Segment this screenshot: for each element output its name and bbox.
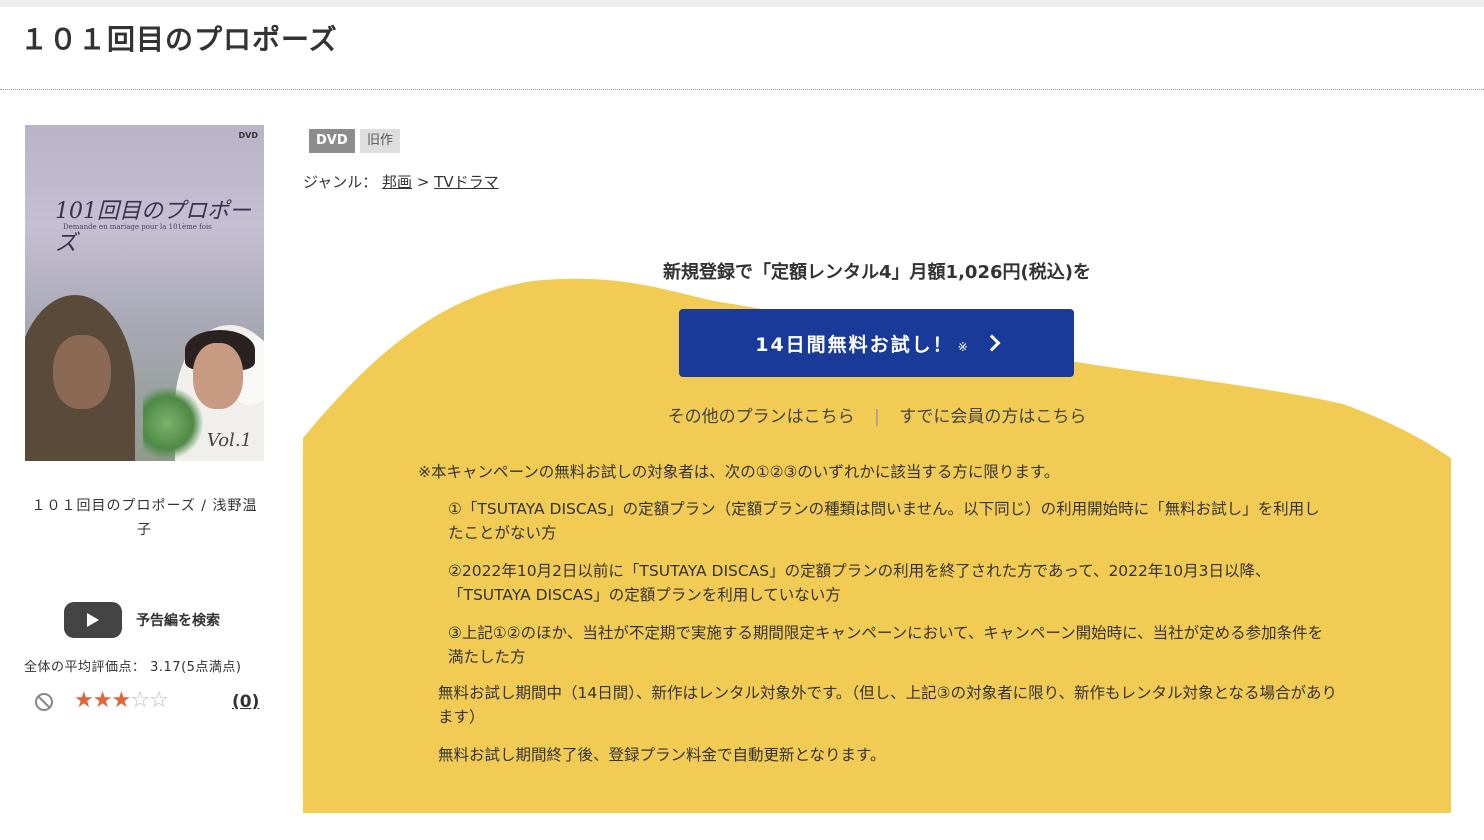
star-empty-icon: ☆ bbox=[130, 688, 150, 713]
average-rating-text: 全体の平均評価点： 3.17(5点満点) bbox=[24, 660, 242, 675]
plan-links: その他のプランはこちら | すでに会員の方はこちら bbox=[303, 402, 1451, 427]
campaign-notice: ※本キャンペーンの無料お試しの対象者は、次の①②③のいずれかに該当する方に限りま… bbox=[418, 463, 1060, 481]
other-plans-link[interactable]: その他のプランはこちら bbox=[668, 407, 855, 427]
cover-subtitle: Demande en mariage pour la 101ème fois bbox=[63, 223, 212, 231]
star-filled-icon: ★ bbox=[111, 688, 131, 713]
genre-link-japanese-film[interactable]: 邦画 bbox=[382, 173, 412, 191]
condition-3: ③上記①②のほか、当社が不定期で実施する期間限定キャンペーンにおいて、キャンペー… bbox=[448, 624, 1324, 666]
genre-link-tv-drama[interactable]: TVドラマ bbox=[434, 173, 498, 191]
link-separator: | bbox=[874, 407, 880, 427]
dvd-logo: DVD bbox=[238, 131, 258, 140]
genre-separator: > bbox=[416, 173, 430, 191]
star-empty-icon: ☆ bbox=[148, 688, 169, 713]
trailer-search-link[interactable]: 予告編を検索 bbox=[136, 610, 220, 630]
genre-label: ジャンル： bbox=[303, 173, 378, 191]
header-divider bbox=[0, 89, 1484, 90]
trailer-button[interactable] bbox=[64, 602, 122, 638]
dvd-cover-image[interactable]: DVD 101回目のプロポーズ Demande en mariage pour … bbox=[25, 125, 264, 461]
item-caption: １０１回目のプロポーズ / 浅野温子 bbox=[31, 498, 258, 538]
star-filled-icon: ★ bbox=[74, 688, 94, 713]
auto-renewal-note: 無料お試し期間終了後、登録プラン料金で自動更新となります。 bbox=[438, 746, 886, 764]
free-trial-button[interactable]: 14日間無料お試し！ ※ bbox=[679, 309, 1074, 377]
star-rating: ★★★☆☆ bbox=[74, 688, 169, 713]
trial-period-note: 無料お試し期間中（14日間）、新作はレンタル対象外です。（但し、上記③の対象者に… bbox=[438, 684, 1337, 726]
page-title: １０１回目のプロポーズ bbox=[20, 23, 338, 56]
badge-dvd: DVD bbox=[309, 129, 355, 153]
review-count-link[interactable]: (0) bbox=[232, 692, 259, 712]
genre-breadcrumb: ジャンル： 邦画 > TVドラマ bbox=[303, 171, 499, 192]
star-filled-icon: ★ bbox=[92, 688, 113, 713]
promo-heading: 新規登録で「定額レンタル4」月額1,026円(税込)を bbox=[663, 262, 1091, 283]
existing-member-link[interactable]: すでに会員の方はこちら bbox=[899, 407, 1086, 427]
free-trial-label: 14日間無料お試し！ bbox=[755, 333, 954, 356]
chevron-right-icon bbox=[983, 334, 1001, 352]
prohibited-icon[interactable] bbox=[34, 692, 54, 712]
badge-old-release: 旧作 bbox=[360, 129, 401, 153]
condition-2: ②2022年10月2日以前に「TSUTAYA DISCAS」の定額プランの利用を… bbox=[448, 562, 1271, 604]
cover-figure-man-face bbox=[53, 335, 111, 409]
free-trial-note: ※ bbox=[957, 340, 970, 354]
cover-volume: Vol.1 bbox=[206, 430, 252, 451]
condition-1: ①「TSUTAYA DISCAS」の定額プラン（定額プランの種類は問いません。以… bbox=[448, 500, 1320, 542]
play-icon bbox=[87, 613, 99, 627]
top-bar bbox=[0, 0, 1484, 7]
cover-leaves bbox=[143, 385, 203, 461]
